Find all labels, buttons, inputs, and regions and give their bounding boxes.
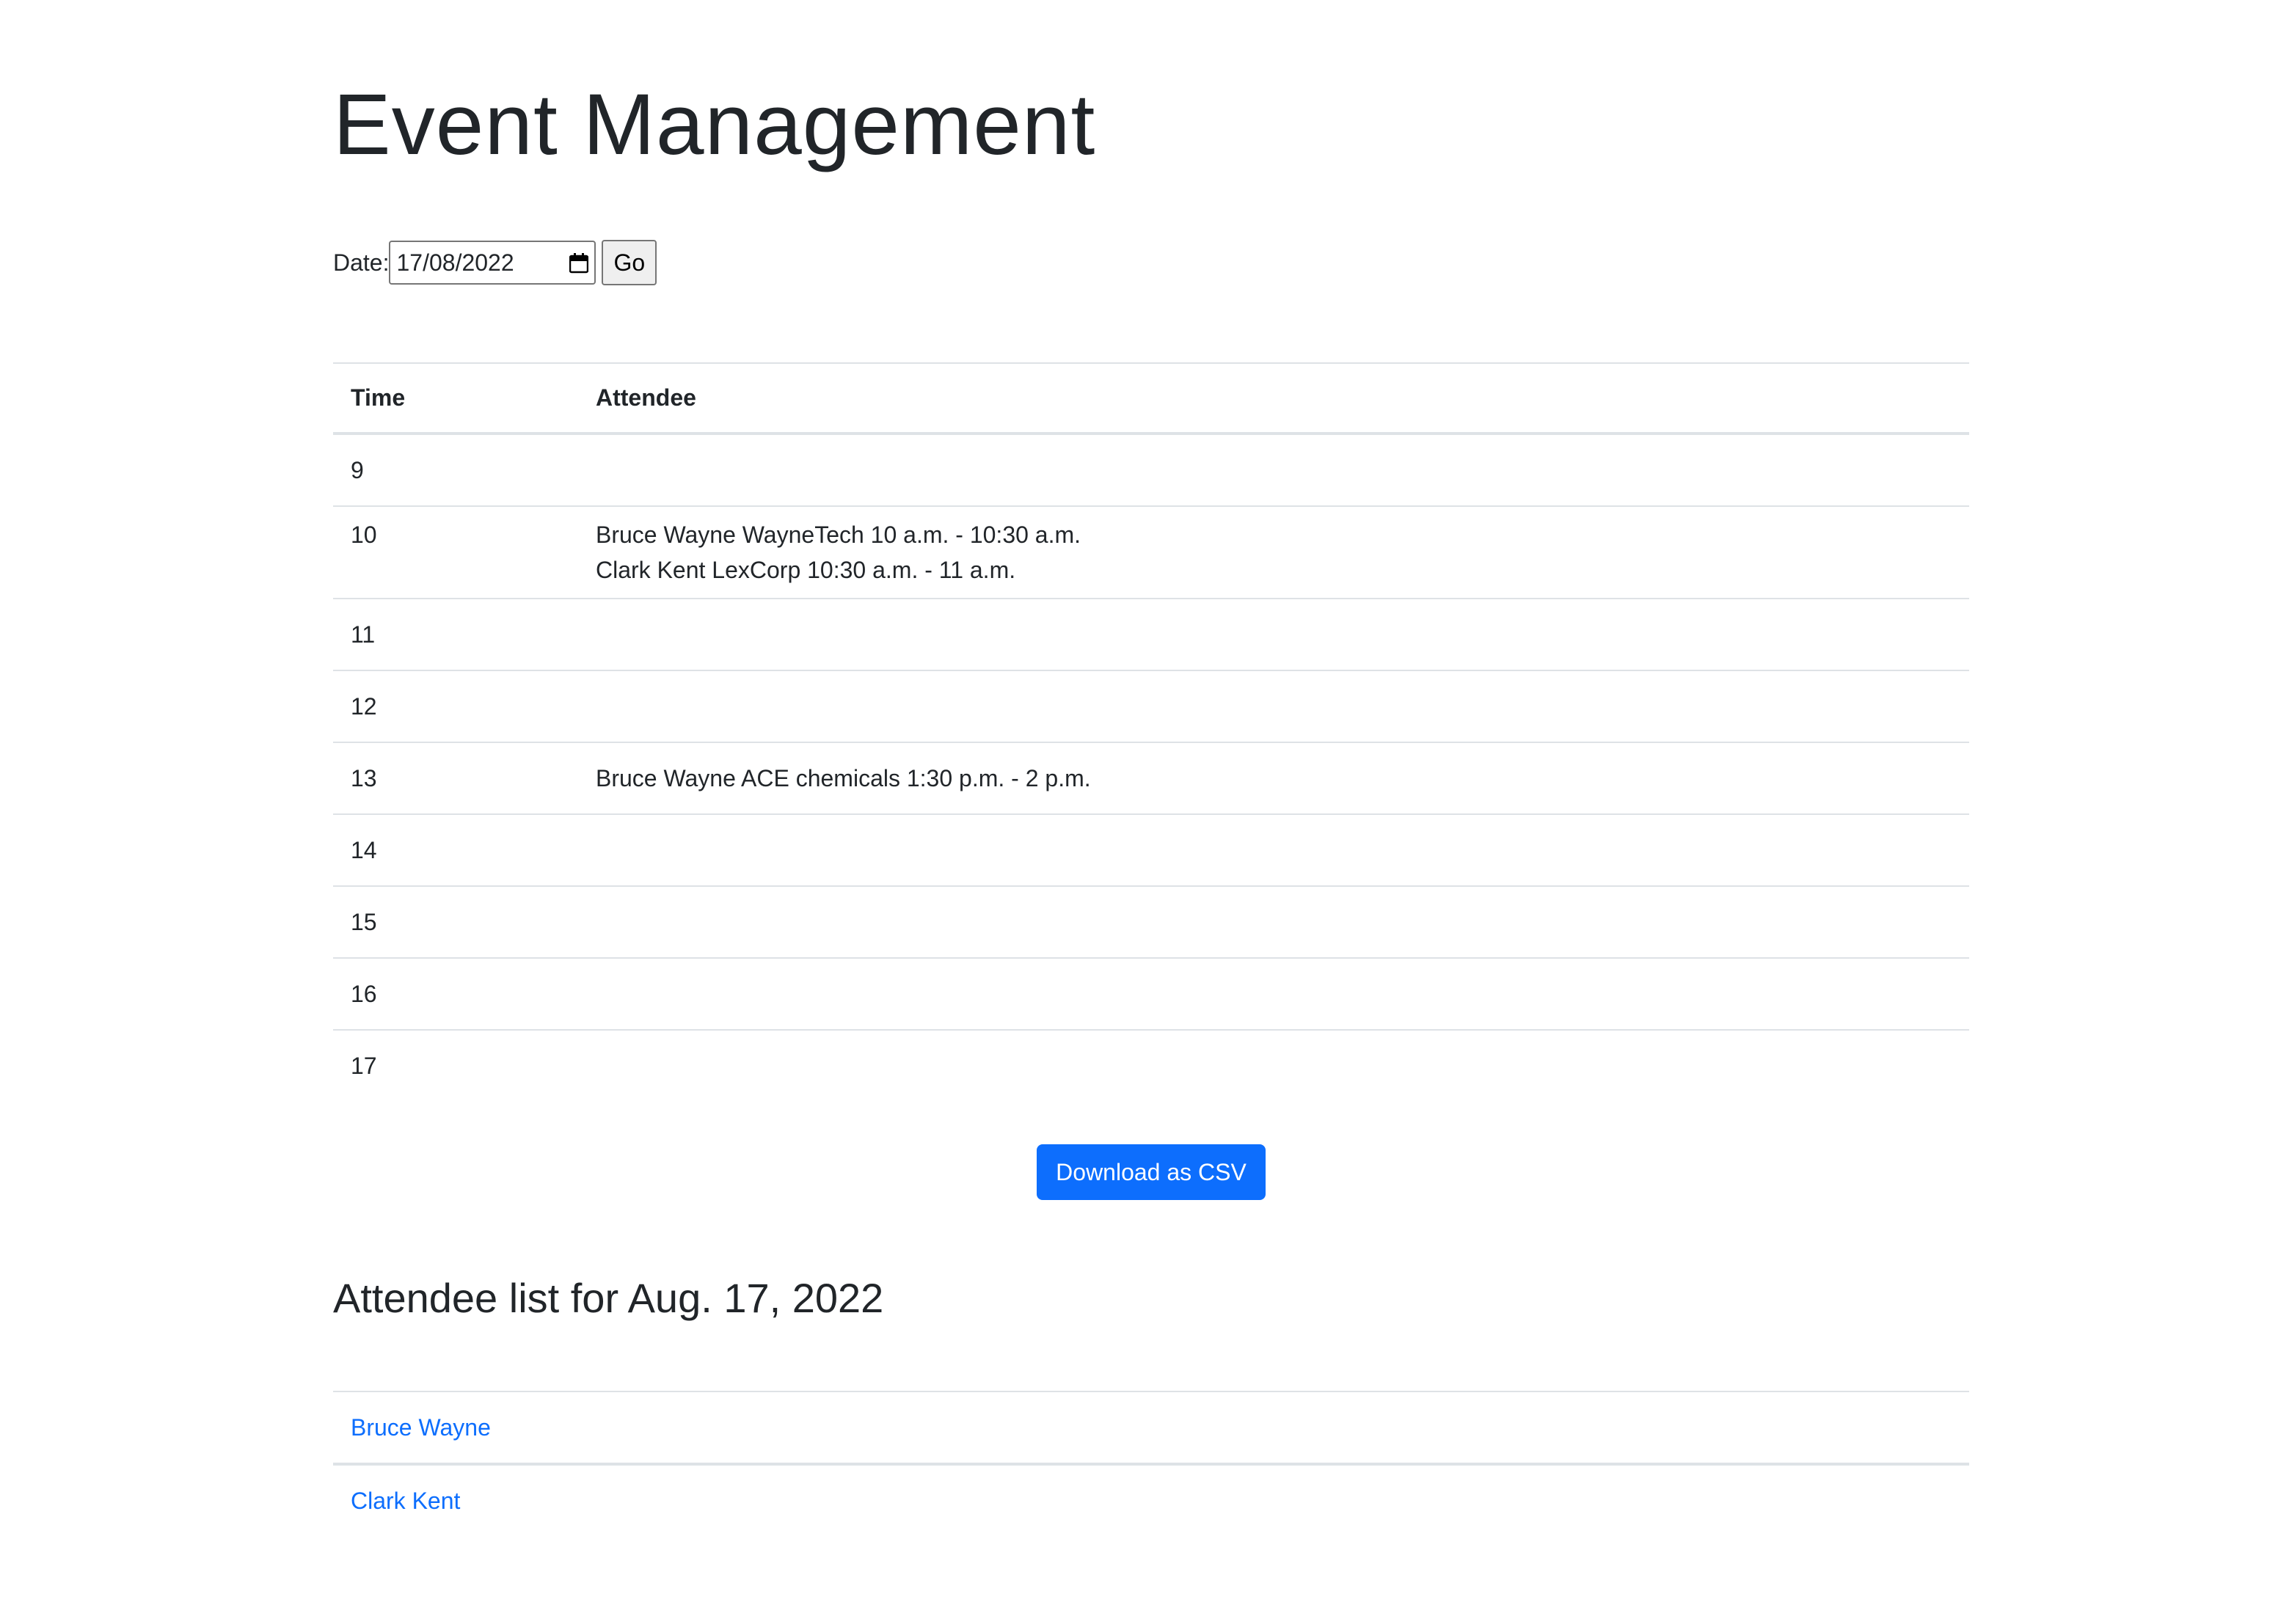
table-row: 15 <box>333 886 1969 958</box>
time-cell: 16 <box>351 981 377 1007</box>
time-cell: 12 <box>351 693 377 720</box>
attendee-list-heading: Attendee list for Aug. 17, 2022 <box>333 1275 884 1321</box>
attendee-cell <box>578 670 1969 742</box>
table-row: 9 <box>333 434 1969 506</box>
time-cell: 17 <box>351 1053 377 1079</box>
event-entry: Bruce Wayne WayneTech 10 a.m. - 10:30 a.… <box>596 522 1081 548</box>
attendee-cell: Bruce Wayne WayneTech 10 a.m. - 10:30 a.… <box>578 506 1969 599</box>
table-header-row: Time Attendee <box>333 363 1969 434</box>
time-cell: 13 <box>351 765 377 791</box>
attendee-cell <box>578 599 1969 670</box>
time-cell: 14 <box>351 837 377 863</box>
download-csv-button[interactable]: Download as CSV <box>1037 1144 1266 1200</box>
attendee-cell <box>578 1030 1969 1101</box>
table-row: 14 <box>333 814 1969 886</box>
schedule-table: Time Attendee 9 10 Bruce Wayne WayneTech… <box>333 362 1969 1101</box>
list-item: Clark Kent <box>333 1463 1969 1536</box>
event-entry: Clark Kent LexCorp 10:30 a.m. - 11 a.m. <box>596 557 1016 583</box>
attendee-cell: Bruce Wayne ACE chemicals 1:30 p.m. - 2 … <box>578 742 1969 814</box>
go-button[interactable]: Go <box>602 240 657 285</box>
attendee-link-bruce-wayne[interactable]: Bruce Wayne <box>351 1414 491 1441</box>
table-row: 11 <box>333 599 1969 670</box>
table-row: 17 <box>333 1030 1969 1101</box>
date-label: Date: <box>333 249 390 276</box>
attendee-link-clark-kent[interactable]: Clark Kent <box>351 1488 460 1515</box>
date-input-value: 17/08/2022 <box>396 249 514 276</box>
list-item: Bruce Wayne <box>333 1391 1969 1463</box>
calendar-icon[interactable] <box>569 252 589 274</box>
csv-button-wrapper: Download as CSV <box>333 1144 1969 1200</box>
event-entry: Bruce Wayne ACE chemicals 1:30 p.m. - 2 … <box>596 765 1091 791</box>
time-cell: 9 <box>351 457 364 483</box>
time-cell: 15 <box>351 909 377 935</box>
date-input[interactable]: 17/08/2022 <box>389 241 596 285</box>
table-row: 10 Bruce Wayne WayneTech 10 a.m. - 10:30… <box>333 506 1969 599</box>
attendee-cell <box>578 814 1969 886</box>
page-title: Event Management <box>333 76 1096 173</box>
column-header-attendee: Attendee <box>596 384 696 411</box>
attendee-list: Bruce Wayne Clark Kent <box>333 1391 1969 1536</box>
attendee-cell <box>578 886 1969 958</box>
time-cell: 10 <box>351 522 377 548</box>
table-row: 12 <box>333 670 1969 742</box>
table-row: 16 <box>333 958 1969 1030</box>
time-cell: 11 <box>351 621 376 648</box>
column-header-time: Time <box>351 384 406 411</box>
attendee-cell <box>578 958 1969 1030</box>
date-form: Date: 17/08/2022 Go <box>333 239 657 286</box>
table-row: 13 Bruce Wayne ACE chemicals 1:30 p.m. -… <box>333 742 1969 814</box>
attendee-cell <box>578 434 1969 506</box>
